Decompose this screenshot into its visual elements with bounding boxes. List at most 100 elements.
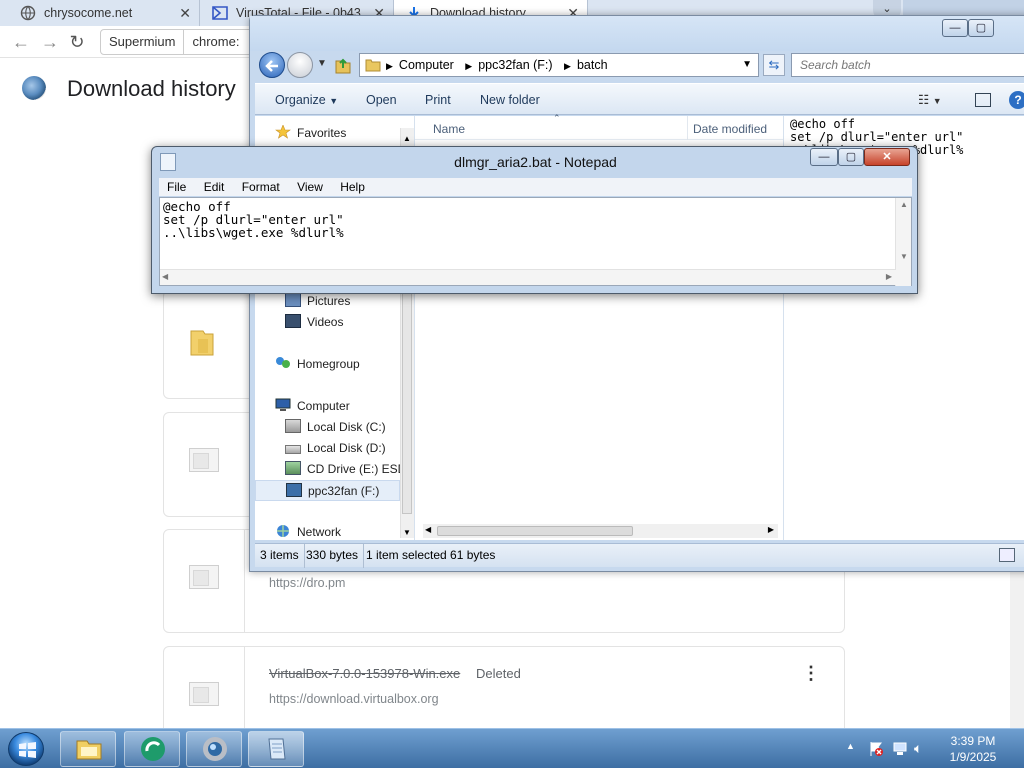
open-button[interactable]: Open bbox=[366, 84, 397, 116]
nav-homegroup[interactable]: Homegroup bbox=[275, 354, 360, 375]
volume-icon[interactable]: 🔈︎ bbox=[914, 740, 922, 757]
download-filename[interactable]: VirtualBox-7.0.0-153978-Win.exe bbox=[269, 666, 460, 681]
text-editor[interactable]: @echo off set /p dlurl="enter url" ..\li… bbox=[159, 197, 912, 286]
clock-time: 3:39 PM bbox=[950, 734, 996, 748]
clock[interactable]: 3:39 PM 1/9/2025 bbox=[938, 733, 1008, 765]
forward-button[interactable] bbox=[287, 52, 313, 78]
new-folder-button[interactable]: New folder bbox=[480, 84, 540, 116]
back-arrow-icon[interactable]: ← bbox=[9, 30, 33, 54]
site-chip: Supermium bbox=[109, 30, 185, 54]
help-icon[interactable]: ? bbox=[1009, 91, 1024, 109]
editor-content[interactable]: @echo off set /p dlurl="enter url" ..\li… bbox=[163, 200, 344, 239]
notepad-icon bbox=[268, 738, 286, 760]
app-icon bbox=[141, 737, 165, 761]
download-url[interactable]: https://dro.pm bbox=[269, 576, 345, 590]
organize-button[interactable]: Organize ▼ bbox=[275, 84, 338, 116]
address-dropdown-icon[interactable]: ▼ bbox=[742, 54, 752, 76]
nav-cd-drive-e[interactable]: CD Drive (E:) ESD bbox=[285, 459, 406, 480]
menu-format[interactable]: Format bbox=[242, 180, 280, 194]
download-url[interactable]: https://download.virtualbox.org bbox=[269, 692, 439, 706]
close-button[interactable]: ✕ bbox=[864, 148, 910, 166]
menu-edit[interactable]: Edit bbox=[204, 180, 225, 194]
taskbar-explorer[interactable] bbox=[60, 731, 116, 767]
view-options-icon[interactable]: ☷ ▼ bbox=[918, 84, 942, 116]
homegroup-icon bbox=[275, 356, 291, 370]
tab-chrysocome[interactable]: chrysocome.net ✕ bbox=[0, 0, 200, 26]
status-item-count: 3 items bbox=[255, 544, 305, 568]
download-item: VirtualBox-7.0.0-153978-Win.exe Deleted … bbox=[163, 646, 845, 736]
taskbar-notepad[interactable] bbox=[248, 731, 304, 767]
maximize-button[interactable]: ▢ bbox=[968, 19, 994, 37]
supermium-icon bbox=[203, 737, 227, 761]
menu-bar: File Edit Format View Help bbox=[159, 178, 912, 196]
status-selection: 1 item selected 61 bytes bbox=[366, 548, 496, 562]
search-input[interactable]: Search batch bbox=[791, 53, 1024, 77]
column-date-modified[interactable]: Date modified bbox=[693, 122, 767, 136]
taskbar-browser[interactable] bbox=[186, 731, 242, 767]
network-tray-icon[interactable] bbox=[892, 741, 908, 757]
folder-icon bbox=[76, 740, 102, 760]
star-icon bbox=[275, 124, 291, 139]
window-title: dlmgr_aria2.bat - Notepad bbox=[454, 154, 617, 170]
address-bar[interactable]: ▶ Computer ▶ ppc32fan (F:) ▶ batch ▼ bbox=[359, 53, 759, 77]
nav-local-disk-c[interactable]: Local Disk (C:) bbox=[285, 417, 386, 438]
vertical-scrollbar[interactable]: ▲ ▼ bbox=[895, 198, 911, 286]
scroll-thumb[interactable] bbox=[437, 526, 633, 536]
page-title: Download history bbox=[67, 76, 236, 101]
print-button[interactable]: Print bbox=[425, 84, 451, 116]
pictures-icon bbox=[285, 293, 301, 307]
drive-icon bbox=[285, 445, 301, 454]
file-icon bbox=[189, 448, 219, 472]
nav-videos[interactable]: Videos bbox=[285, 312, 343, 333]
computer-icon bbox=[275, 398, 291, 412]
supermium-logo-icon bbox=[22, 76, 46, 100]
minimize-button[interactable]: — bbox=[942, 19, 968, 37]
nav-ppc32fan-f[interactable]: ppc32fan (F:) bbox=[255, 480, 400, 501]
cd-drive-icon bbox=[285, 461, 301, 475]
start-button[interactable] bbox=[2, 730, 50, 768]
forward-arrow-icon[interactable]: → bbox=[38, 30, 62, 54]
column-name[interactable]: Name bbox=[433, 122, 465, 136]
minimize-button[interactable]: — bbox=[810, 148, 838, 166]
show-hidden-icons-icon[interactable]: ▲ bbox=[846, 741, 855, 751]
nav-pictures[interactable]: Pictures bbox=[285, 291, 350, 312]
url-text: chrome: bbox=[192, 34, 240, 49]
back-button[interactable] bbox=[259, 52, 285, 78]
action-center-icon[interactable] bbox=[868, 741, 884, 757]
reload-icon[interactable]: ↻ bbox=[65, 30, 89, 54]
details-view-icon[interactable] bbox=[999, 548, 1015, 562]
more-actions-icon[interactable]: ⋮ bbox=[802, 663, 820, 684]
usb-drive-icon bbox=[286, 483, 302, 497]
nav-favorites[interactable]: Favorites bbox=[275, 123, 346, 144]
taskbar-app[interactable] bbox=[124, 731, 180, 767]
recent-pages-icon[interactable]: ▼ bbox=[317, 58, 327, 69]
status-size: 330 bytes bbox=[301, 544, 365, 568]
folder-icon bbox=[188, 327, 216, 357]
explorer-address-row: ▼ ▶ Computer ▶ ppc32fan (F:) ▶ batch ▼ ⇆ Se… bbox=[255, 52, 1024, 82]
file-icon bbox=[189, 682, 219, 706]
maximize-button[interactable]: ▢ bbox=[838, 148, 864, 166]
menu-view[interactable]: View bbox=[297, 180, 323, 194]
download-status: Deleted bbox=[476, 666, 521, 681]
up-folder-icon[interactable] bbox=[335, 56, 351, 74]
breadcrumb-batch[interactable]: batch bbox=[577, 58, 608, 72]
breadcrumb-drive[interactable]: ppc32fan (F:) bbox=[478, 58, 552, 72]
globe-icon bbox=[20, 5, 36, 21]
breadcrumb-computer[interactable]: Computer bbox=[399, 58, 454, 72]
address-bar[interactable]: Supermium chrome: bbox=[100, 29, 260, 55]
preview-pane-icon[interactable] bbox=[975, 93, 991, 107]
notepad-window: dlmgr_aria2.bat - Notepad — ▢ ✕ File Edi… bbox=[151, 146, 918, 294]
nav-computer[interactable]: Computer bbox=[275, 396, 350, 417]
nav-network[interactable]: Network bbox=[275, 522, 341, 543]
menu-help[interactable]: Help bbox=[340, 180, 365, 194]
folder-icon bbox=[365, 59, 381, 72]
drive-icon bbox=[285, 419, 301, 433]
column-header-row: Name ⌃ Date modified bbox=[415, 113, 783, 140]
horizontal-scrollbar[interactable]: ◀ ▶ bbox=[423, 524, 778, 538]
close-tab-icon[interactable]: ✕ bbox=[179, 0, 191, 26]
refresh-icon[interactable]: ⇆ bbox=[763, 54, 785, 76]
menu-file[interactable]: File bbox=[167, 180, 186, 194]
windows-logo-icon bbox=[8, 732, 44, 766]
nav-local-disk-d[interactable]: Local Disk (D:) bbox=[285, 438, 386, 459]
horizontal-scrollbar[interactable]: ◀ ▶ bbox=[160, 269, 896, 285]
